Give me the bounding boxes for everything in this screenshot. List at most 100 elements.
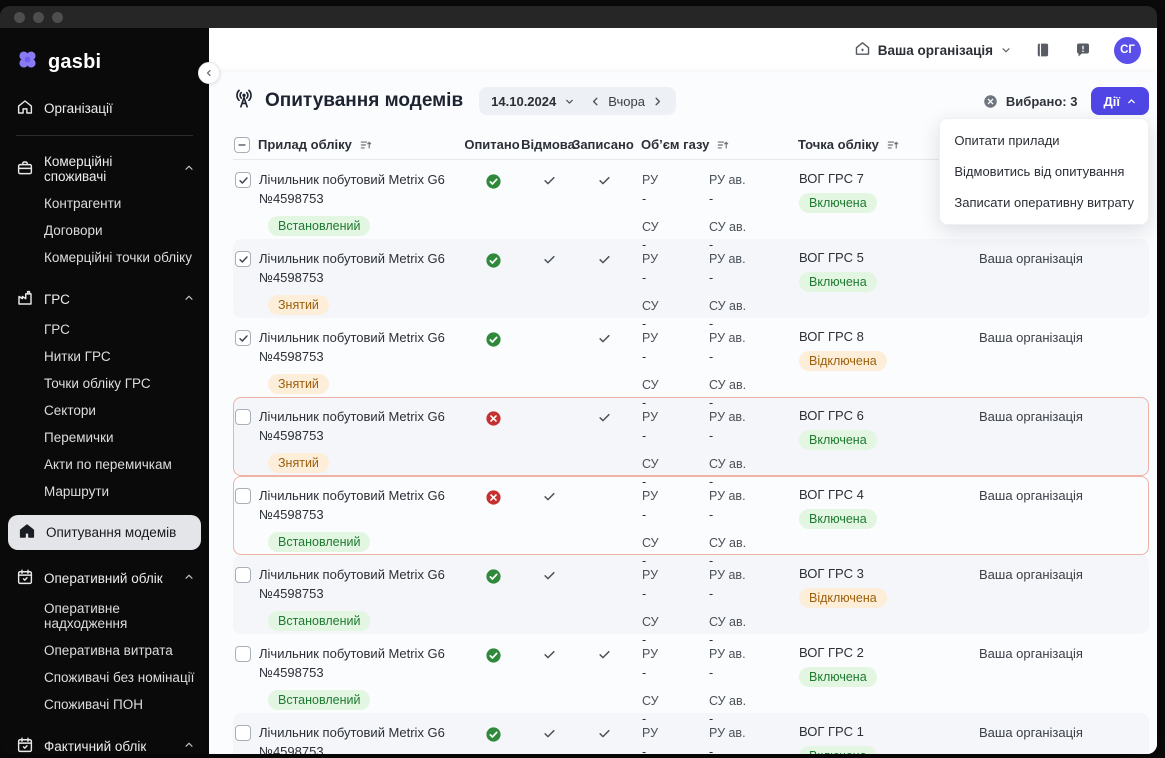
clear-selection-icon[interactable] [983,94,998,109]
table-row: Лічильник побутовий Metrix G6№4598753 Вст… [233,476,1149,568]
actions-menu-item-1[interactable]: Опитати прилади [940,125,1148,156]
sidebar-item-перемички[interactable]: Перемички [0,424,209,451]
sidebar-section-грс[interactable]: ГРС [0,283,209,316]
volume-ru-cell: РУ-СУ- [642,726,659,754]
row-checkbox[interactable] [235,409,251,425]
point-status-badge: Включена [799,509,877,529]
row-checkbox[interactable] [235,251,251,267]
sidebar-item-оперативне-надходження[interactable]: Оперативне надходження [0,595,209,637]
window-minimize-button[interactable] [33,11,44,23]
polled-fail-icon [485,489,502,511]
window-zoom-button[interactable] [52,11,63,23]
polled-cell [467,724,519,748]
table-body: Лічильник побутовий Metrix G6 №4598753 Вст… [233,160,1149,754]
refused-cell [519,645,579,667]
sort-icon[interactable] [716,138,730,152]
organization-cell: Ваша організація [979,567,1083,582]
column-header-volume[interactable]: Об’єм газу [628,137,790,152]
home-icon [16,98,34,119]
journal-button[interactable] [1034,41,1052,59]
polled-success-icon [485,726,502,748]
sidebar-item-комерційні-точки-обліку[interactable]: Комерційні точки обліку [0,244,209,271]
brand-name: gasbi [48,50,102,73]
device-cell: Лічильник побутовий Metrix G6 №4598753 Зня… [259,329,467,394]
sidebar-item-організації[interactable]: Організації [0,92,209,125]
window-close-button[interactable] [14,11,25,23]
device-name: Лічильник побутовий Metrix G6 №4598753 [259,488,445,522]
sidebar-item-акти-по-перемичкам[interactable]: Акти по перемичкам [0,451,209,478]
organization-cell: Ваша організація [979,488,1083,503]
column-header-polled[interactable]: Опитано [464,137,519,152]
relative-day-label[interactable]: Вчора [608,94,645,109]
device-cell: Лічильник побутовий Metrix G6№4598753Вст… [259,724,467,754]
home-icon [18,522,36,543]
sidebar-item-опитування-модемів[interactable]: Опитування модемів [8,515,201,550]
sidebar-item-точки-обліку-грс[interactable]: Точки обліку ГРС [0,370,209,397]
selection-indicator: Вибрано: 3 [983,94,1077,109]
sidebar-item-маршрути[interactable]: Маршрути [0,478,209,505]
sidebar-item-грс[interactable]: ГРС [0,316,209,343]
sidebar: gasbi Організації Комерційні споживачі Кон… [0,28,209,754]
column-header-device[interactable]: Прилад обліку [258,137,466,152]
row-checkbox[interactable] [235,488,251,504]
check-icon [542,489,557,509]
actions-menu-item-2[interactable]: Відмовитись від опитування [940,156,1148,187]
column-header-recorded[interactable]: Записано [572,137,634,152]
sidebar-collapse-button[interactable] [198,62,220,84]
organization-cell: Ваша організація [979,725,1083,740]
row-checkbox[interactable] [235,567,251,583]
app-window: gasbi Організації Комерційні споживачі Кон… [0,6,1157,754]
organization-cell: Ваша організація [979,646,1083,661]
topbar: Ваша організація СГ [209,28,1157,72]
page-content: Опитування модемів 14.10.2024 Вчора Вибр… [209,72,1157,754]
sidebar-section-фактичний-облік[interactable]: Фактичний облік [0,730,209,754]
table-row: Лічильник побутовий Metrix G6 №4598753 Зня… [233,318,1149,410]
gasbi-logo-icon [16,48,39,76]
actions-menu-item-3[interactable]: Записати оперативну витрату [940,187,1148,218]
polled-cell [467,250,519,274]
sidebar-section-комерційні-споживачі[interactable]: Комерційні споживачі [0,148,209,190]
org-selector[interactable]: Ваша організація [854,40,1012,60]
polled-fail-icon [485,410,502,432]
recorded-cell [579,171,629,193]
sort-icon[interactable] [886,138,900,152]
polled-cell [467,566,519,590]
user-avatar[interactable]: СГ [1114,36,1141,64]
sidebar-item-сектори[interactable]: Сектори [0,397,209,424]
chevron-left-icon [206,69,211,77]
feedback-button[interactable] [1074,41,1092,59]
org-selector-label: Ваша організація [877,42,993,58]
actions-button[interactable]: Дії [1091,87,1149,115]
check-icon [597,252,612,272]
sidebar-item-споживачі-без-номінації[interactable]: Споживачі без номінації [0,664,209,691]
prev-day-icon[interactable] [589,95,602,108]
sort-icon[interactable] [359,138,373,152]
row-checkbox[interactable] [235,330,251,346]
sidebar-item-споживачі-пон[interactable]: Споживачі ПОН [0,691,209,718]
select-all-checkbox[interactable] [234,136,250,153]
chat-alert-icon [1077,43,1089,57]
point-name: ВОГ ГРС 8 [799,329,864,344]
sidebar-section-оперативний-облік[interactable]: Оперативний облік [0,562,209,595]
sidebar-item-договори[interactable]: Договори [0,217,209,244]
date-picker[interactable]: 14.10.2024 Вчора [479,87,676,115]
row-checkbox[interactable] [235,172,251,188]
sidebar-item-оперативна-витрата[interactable]: Оперативна витрата [0,637,209,664]
refused-cell [519,171,579,193]
recorded-cell [579,329,629,351]
column-header-refused[interactable]: Відмова [518,137,578,152]
sidebar-item-контрагенти[interactable]: Контрагенти [0,190,209,217]
table-row: Лічильник побутовий Metrix G6 №4598753 Зня… [233,397,1149,489]
point-cell: ВОГ ГРС 4 Включена [791,487,966,529]
device-cell: Лічильник побутовий Metrix G6№4598753Вст… [259,645,467,710]
row-checkbox[interactable] [235,646,251,662]
sidebar-item-нитки-грс[interactable]: Нитки ГРС [0,343,209,370]
check-icon [597,173,612,193]
device-status-badge: Встановлений [268,531,371,552]
device-cell: Лічильник побутовий Metrix G6 №4598753 Зня… [259,408,467,473]
check-icon [597,410,612,430]
row-checkbox[interactable] [235,725,251,741]
chevron-up-icon [183,739,195,754]
next-day-icon[interactable] [651,95,664,108]
date-value[interactable]: 14.10.2024 [491,94,556,109]
